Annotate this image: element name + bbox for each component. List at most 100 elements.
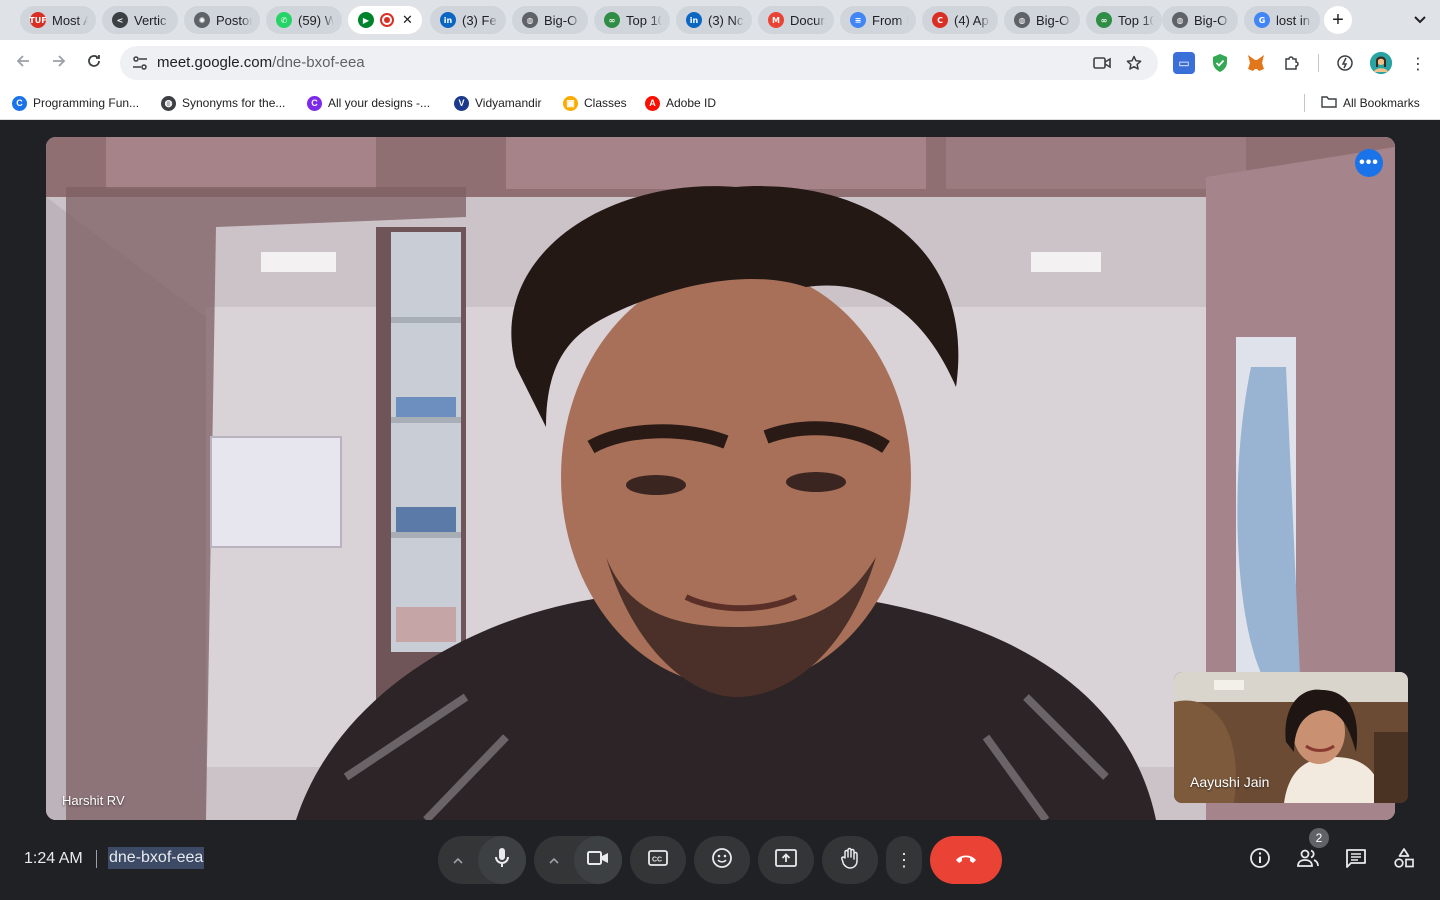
shapes-icon <box>1393 847 1415 874</box>
adobe-icon: A <box>645 95 660 111</box>
coursera-icon: C <box>12 95 27 111</box>
folder-icon <box>1321 95 1337 111</box>
browser-tab[interactable]: M Docur <box>758 6 834 34</box>
browser-tab[interactable]: ◍ Big-O <box>1162 6 1238 34</box>
tab-title: (3) Fe <box>462 12 497 28</box>
videocam-icon <box>587 850 609 871</box>
bookmark-star-icon[interactable] <box>1124 53 1144 73</box>
browser-tab[interactable]: ◍ Big-O <box>1004 6 1080 34</box>
bookmark-item[interactable]: ◍ Synonyms for the... <box>161 94 285 112</box>
captions-button[interactable]: CC <box>630 836 686 884</box>
chat-button[interactable] <box>1336 842 1376 878</box>
browser-tab[interactable]: TUF Most A <box>20 6 96 34</box>
address-bar[interactable]: meet.google.com/dne-bxof-eea <box>120 46 1158 80</box>
leave-call-button[interactable] <box>930 836 1002 884</box>
bookmark-item[interactable]: C Programming Fun... <box>12 94 139 112</box>
browser-toolbar: meet.google.com/dne-bxof-eea ▭ ⋮ <box>0 40 1440 86</box>
reactions-button[interactable] <box>694 836 750 884</box>
gmail-icon: M <box>768 12 784 28</box>
activities-button[interactable] <box>1384 842 1424 878</box>
extension-screen-icon[interactable]: ▭ <box>1173 52 1195 74</box>
google-docs-icon: ≡ <box>850 12 866 28</box>
info-icon <box>1249 847 1271 874</box>
present-to-all-icon <box>775 848 797 872</box>
google-classroom-icon: ▣ <box>563 95 578 111</box>
new-tab-button[interactable]: + <box>1324 6 1352 34</box>
bookmark-item[interactable]: C All your designs -... <box>307 94 430 112</box>
tab-title: From I <box>872 12 908 28</box>
more-options-menu-button[interactable]: ⋮ <box>886 836 922 884</box>
back-button[interactable] <box>10 50 36 76</box>
camera-in-use-icon[interactable] <box>1092 53 1112 73</box>
geeksforgeeks-icon: ∞ <box>604 12 620 28</box>
chevron-up-icon <box>453 853 463 867</box>
main-participant-name: Harshit RV <box>62 793 125 808</box>
all-bookmarks-button[interactable]: All Bookmarks <box>1321 94 1420 112</box>
browser-tab[interactable]: in (3) Fe <box>430 6 506 34</box>
browser-tab[interactable]: ≡ From I <box>840 6 916 34</box>
camera-button[interactable] <box>574 836 622 884</box>
browser-tab[interactable]: < Vertic <box>102 6 178 34</box>
browser-tab[interactable]: ✺ Postor <box>184 6 260 34</box>
more-options-button[interactable]: ••• <box>1355 149 1383 177</box>
bookmarks-bar: C Programming Fun... ◍ Synonyms for the... C… <box>0 86 1440 120</box>
bookmark-item[interactable]: ▣ Classes <box>563 94 627 112</box>
reload-button[interactable] <box>81 50 107 76</box>
google-meet-icon: ▶ <box>358 12 374 28</box>
chat-icon <box>1345 848 1367 873</box>
browser-tab[interactable]: Glost in <box>1244 6 1320 34</box>
close-tab-icon[interactable]: ✕ <box>402 12 413 28</box>
bookmarks-divider <box>1304 94 1305 112</box>
current-time: 1:24 AM <box>24 850 83 867</box>
tab-title: Docur <box>790 12 825 28</box>
microphone-button[interactable] <box>478 836 526 884</box>
hand-icon <box>840 847 860 874</box>
browser-tab[interactable]: in (3) Nc <box>676 6 752 34</box>
forward-button[interactable] <box>46 50 72 76</box>
present-screen-button[interactable] <box>758 836 814 884</box>
self-view-tile[interactable]: Aayushi Jain <box>1174 672 1408 803</box>
more-vert-icon: ⋮ <box>895 849 913 870</box>
globe-icon: ◍ <box>522 12 538 28</box>
meet-stage: ••• Harshit RV Aayushi Jain 1:24 AM dne-… <box>0 121 1440 900</box>
mic-control-group <box>438 836 526 884</box>
linkedin-icon: in <box>440 12 456 28</box>
metamask-fox-icon[interactable] <box>1245 52 1267 74</box>
vertical-logo-icon: < <box>112 12 128 28</box>
audio-settings-button[interactable] <box>438 836 478 884</box>
site-settings-icon[interactable] <box>130 53 150 73</box>
browser-menu-button[interactable]: ⋮ <box>1407 52 1429 74</box>
bookmark-item[interactable]: V Vidyamandir <box>454 94 541 112</box>
browser-tab[interactable]: ▶ ✕ <box>348 6 422 34</box>
tab-search-button[interactable] <box>1410 10 1430 30</box>
toolbar-divider <box>1318 54 1319 72</box>
tab-title: Top 10 <box>1118 12 1154 28</box>
extensions-puzzle-icon[interactable] <box>1281 52 1303 74</box>
browser-tab[interactable]: ◍ Big-O <box>512 6 588 34</box>
closed-captions-icon: CC <box>648 849 668 871</box>
globe-icon: ◍ <box>1172 12 1188 28</box>
raise-hand-button[interactable] <box>822 836 878 884</box>
video-settings-button[interactable] <box>534 836 574 884</box>
meeting-details-button[interactable] <box>1240 842 1280 878</box>
participant-count-badge: 2 <box>1309 828 1329 848</box>
plus-icon: + <box>1332 8 1344 31</box>
tab-strip: + TUF Most A < Vertic ✺ Postor ✆ (59) W ▶ ✕ in (3) … <box>0 0 1440 40</box>
browser-tab[interactable]: ✆ (59) W <box>266 6 342 34</box>
meeting-code[interactable]: dne-bxof-eea <box>108 847 205 869</box>
tab-title: Big-O <box>1036 12 1070 28</box>
url-text[interactable]: meet.google.com/dne-bxof-eea <box>157 54 365 71</box>
chevron-down-icon <box>1414 13 1426 27</box>
performance-icon[interactable] <box>1334 52 1356 74</box>
profile-avatar[interactable] <box>1370 52 1392 74</box>
browser-tab[interactable]: ∞ Top 10 <box>594 6 670 34</box>
chevron-up-icon <box>549 853 559 867</box>
tab-title: Big-O <box>544 12 578 28</box>
bookmark-item[interactable]: A Adobe ID <box>645 94 716 112</box>
all-bookmarks-label: All Bookmarks <box>1343 96 1420 110</box>
tab-title: lost in <box>1276 12 1310 28</box>
browser-tab[interactable]: ∞ Top 10 <box>1086 6 1162 34</box>
extension-shield-icon[interactable] <box>1209 52 1231 74</box>
microphone-icon <box>494 847 510 874</box>
browser-tab[interactable]: C (4) Ap <box>922 6 998 34</box>
